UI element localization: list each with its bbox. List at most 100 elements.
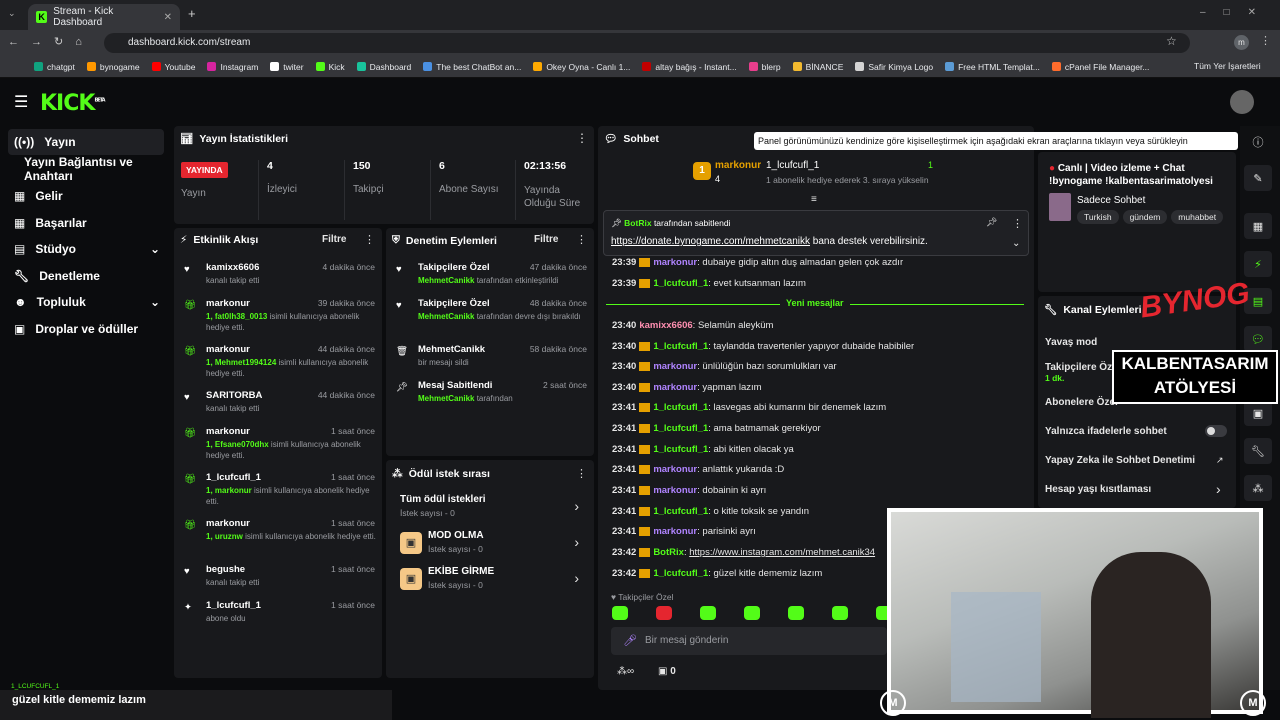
rewards-menu-icon[interactable]: ⋮ (576, 467, 587, 480)
pinned-menu-icon[interactable]: ⋮ (1012, 217, 1023, 230)
collapse-icon[interactable]: ≡ (811, 194, 817, 205)
stats-widget-icon[interactable]: ▦ (1244, 213, 1272, 239)
all-bookmarks-link[interactable]: Tüm Yer İşaretleri (1194, 61, 1261, 71)
bookmark-item[interactable]: BİNANCE (792, 62, 843, 72)
bookmark-item[interactable]: bynogame (86, 62, 140, 72)
donate-link[interactable]: https://donate.bynogame.com/mehmetcanikk (611, 236, 810, 247)
reward-ekibe-girme[interactable]: ▣ EKİBE GİRME İstek sayısı - 0 › (400, 566, 585, 594)
chat-message[interactable]: 23:41 markonur: parisinki ayrı (612, 526, 756, 537)
hamburger-menu-icon[interactable]: ☰ (14, 92, 28, 112)
ai-moderation-row[interactable]: Yapay Zeka ile Sohbet Denetimi (1045, 455, 1195, 466)
subscribers-only-row[interactable]: Abonelere Özel (1045, 397, 1118, 408)
emote-button[interactable] (656, 606, 672, 620)
edit-icon[interactable]: ✎ (1244, 165, 1272, 191)
emote-button[interactable] (744, 606, 760, 620)
unpin-icon[interactable]: 📌︎ (986, 217, 997, 228)
followers-only-row[interactable]: Takipçilere Özel (1045, 362, 1120, 373)
browser-tab[interactable]: K Stream - Kick Dashboard ✕ (28, 4, 180, 30)
chat-message[interactable]: 23:41 1_lcufcufl_1: abi kitlen olacak ya (612, 444, 794, 455)
slow-mode-row[interactable]: Yavaş mod (1045, 337, 1097, 348)
activity-menu-icon[interactable]: ⋮ (364, 233, 375, 246)
chat-message[interactable]: 23:42 BotRix: https://www.instagram.com/m… (612, 547, 875, 558)
bookmark-item[interactable]: Youtube (151, 62, 195, 72)
nav-buttons[interactable]: ←→↻⌂ (8, 35, 94, 48)
tab-close-icon[interactable]: ✕ (164, 12, 172, 23)
activity-widget-icon[interactable]: ⚡︎ (1244, 251, 1272, 277)
chat-message[interactable]: 23:39 1_lcufcufl_1: evet kutsanman lazım (612, 278, 806, 289)
moderation-filter-button[interactable]: Filtre (534, 234, 558, 245)
chat-message[interactable]: 23:42 1_lcufcufl_1: güzel kitle dememiz l… (612, 568, 822, 579)
sidebar-item-topluluk[interactable]: ☻ Topluluk ⌄ (8, 289, 164, 315)
chat-message[interactable]: 23:40 kamixx6606: Selamün aleyküm (612, 320, 773, 331)
bookmark-item[interactable]: Free HTML Templat... (945, 62, 1040, 72)
bookmark-item[interactable]: blerp (748, 62, 781, 72)
points-display[interactable]: ▣ 0 (658, 666, 676, 677)
emote-button[interactable] (612, 606, 628, 620)
sidebar-item-denetleme[interactable]: 🔧︎ Denetleme (8, 263, 164, 289)
chat-message[interactable]: 23:41 markonur: dobainin ki ayrı (612, 485, 766, 496)
bookmark-item[interactable]: Safir Kimya Logo (855, 62, 933, 72)
pinned-message[interactable] (603, 210, 1029, 256)
tag-chip[interactable]: Turkish (1077, 210, 1119, 224)
account-age-row[interactable]: Hesap yaşı kısıtlaması (1045, 484, 1151, 495)
chat-input[interactable]: 🎤︎ Bir mesaj gönderin (611, 627, 887, 655)
community-widget-icon[interactable]: ⁂ (1244, 475, 1272, 501)
bookmark-item[interactable]: Okey Oyna - Canlı 1... (533, 62, 630, 72)
bookmark-item[interactable]: Kick (315, 62, 345, 72)
bookmark-item[interactable]: Instagram (207, 62, 258, 72)
chat-message[interactable]: 23:40 markonur: ünlülüğün bazı sorumlulkl… (612, 361, 837, 372)
tools-widget-icon[interactable]: 🔧︎ (1244, 438, 1272, 464)
menu-dots-icon[interactable]: ⋮ (1260, 34, 1271, 47)
sidebar-item-stream-key[interactable]: Yayın Bağlantısı ve Anahtarı (8, 155, 164, 183)
emote-button[interactable] (700, 606, 716, 620)
info-icon[interactable]: ⓘ (1244, 129, 1272, 155)
sidebar-item-studyo[interactable]: ▤ Stüdyo ⌄ (8, 236, 164, 262)
badge-crown-icon (639, 341, 651, 351)
expand-chevron-icon[interactable]: ⌄ (1012, 238, 1020, 249)
emote-button[interactable] (832, 606, 848, 620)
gifter-name[interactable]: markonur (715, 160, 761, 171)
profile-avatar[interactable]: m (1234, 35, 1249, 50)
gift-recipient[interactable]: 1_lcufcufl_1 (766, 160, 819, 171)
sidebar-item-gelir[interactable]: ▦ Gelir (8, 183, 164, 209)
bookmark-item[interactable]: altay bağış - Instant... (642, 62, 737, 72)
channel-points-icon[interactable]: ⁂∞ (617, 666, 634, 677)
category-thumbnail[interactable] (1049, 193, 1071, 221)
reward-mod-olma[interactable]: ▣ MOD OLMA İstek sayısı - 0 › (400, 530, 585, 558)
stats-menu-icon[interactable]: ⋮ (576, 131, 588, 145)
emote-only-row[interactable]: Yalnızca ifadelerle sohbet (1045, 426, 1167, 437)
chat-message[interactable]: 23:40 markonur: yapman lazım (612, 382, 762, 393)
emote-button[interactable] (788, 606, 804, 620)
chat-message[interactable]: 23:40 1_lcufcufl_1: taylandda travertenle… (612, 341, 914, 352)
chat-message[interactable]: 23:39 markonur: dubaiye gidip altın duş a… (612, 257, 903, 268)
tab-search-icon[interactable]: ⌄ (8, 8, 20, 20)
category-name[interactable]: Sadece Sohbet (1077, 195, 1145, 206)
activity-filter-button[interactable]: Filtre (322, 234, 346, 245)
tag-chip[interactable]: muhabbet (1171, 210, 1224, 224)
bookmark-item[interactable]: Dashboard (356, 62, 411, 72)
kick-logo[interactable]: KICKBETA (40, 91, 106, 116)
sidebar-item-yayin[interactable]: ((•)) Yayın (8, 129, 164, 155)
reward-all[interactable]: Tüm ödül istekleri İstek sayısı - 0 › (400, 494, 585, 522)
window-controls[interactable]: –□✕ (1200, 7, 1274, 18)
sidebar-item-basarilar[interactable]: ▦ Başarılar (8, 210, 164, 236)
user-avatar[interactable] (1230, 90, 1254, 114)
chat-message[interactable]: 23:41 1_lcufcufl_1: lasvegas abi kumarını… (612, 402, 886, 413)
chat-message[interactable]: 23:41 1_lcufcufl_1: o kitle toksik se yan… (612, 506, 809, 517)
new-tab-icon[interactable]: + (188, 6, 196, 21)
url-input[interactable]: dashboard.kick.com/stream (104, 33, 1190, 53)
chat-message[interactable]: 23:41 1_lcufcufl_1: ama batmamak gerekiyo… (612, 423, 821, 434)
bookmark-item[interactable]: twiter (270, 62, 304, 72)
bookmark-item[interactable]: chatgpt (34, 62, 75, 72)
chat-message[interactable]: 23:41 markonur: anlattık yukarıda :D (612, 464, 784, 475)
moderation-menu-icon[interactable]: ⋮ (576, 233, 587, 246)
chat-widget-icon[interactable]: 💬︎ (1244, 326, 1272, 352)
tag-chip[interactable]: gündem (1122, 210, 1168, 224)
sidebar-item-droplar[interactable]: ▣ Droplar ve ödüller (8, 316, 164, 342)
chevron-right-icon[interactable]: › (1216, 481, 1221, 497)
bookmark-star-icon[interactable]: ☆ (1166, 34, 1177, 48)
emote-only-toggle[interactable] (1205, 425, 1227, 437)
external-link-icon[interactable]: ↗ (1216, 455, 1224, 466)
bookmark-item[interactable]: cPanel File Manager... (1051, 62, 1149, 72)
bookmark-item[interactable]: The best ChatBot an... (423, 62, 521, 72)
